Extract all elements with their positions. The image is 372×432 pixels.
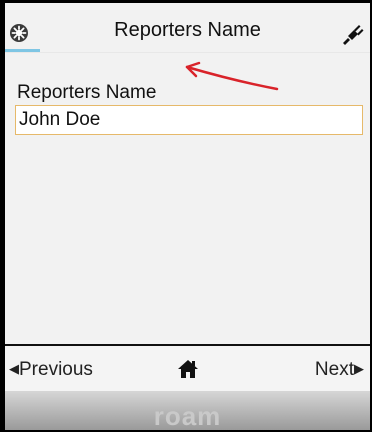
app-screen: Reporters Name Reporters Name ◀Previous: [5, 3, 370, 430]
header-divider: [5, 52, 370, 53]
plug-icon[interactable]: [340, 21, 364, 45]
caret-left-icon: ◀: [9, 361, 19, 376]
footer-bar: roam: [5, 391, 370, 430]
previous-button[interactable]: ◀Previous: [9, 359, 93, 381]
reporters-name-input[interactable]: [15, 105, 363, 135]
brand-logo: roam: [153, 401, 222, 430]
home-icon[interactable]: [177, 359, 199, 379]
device-frame: Reporters Name Reporters Name ◀Previous: [0, 0, 372, 432]
app-header: Reporters Name: [5, 3, 370, 53]
annotation-arrow: [185, 61, 279, 91]
bottom-nav-bar: ◀Previous Next▶: [5, 346, 370, 391]
reporters-name-label: Reporters Name: [17, 82, 157, 103]
caret-right-icon: ▶: [354, 361, 364, 376]
next-button[interactable]: Next▶: [315, 359, 364, 381]
next-label: Next: [314, 359, 354, 380]
menu-gear-icon[interactable]: [9, 23, 29, 43]
page-title: Reporters Name: [114, 19, 261, 41]
previous-label: Previous: [19, 359, 93, 380]
